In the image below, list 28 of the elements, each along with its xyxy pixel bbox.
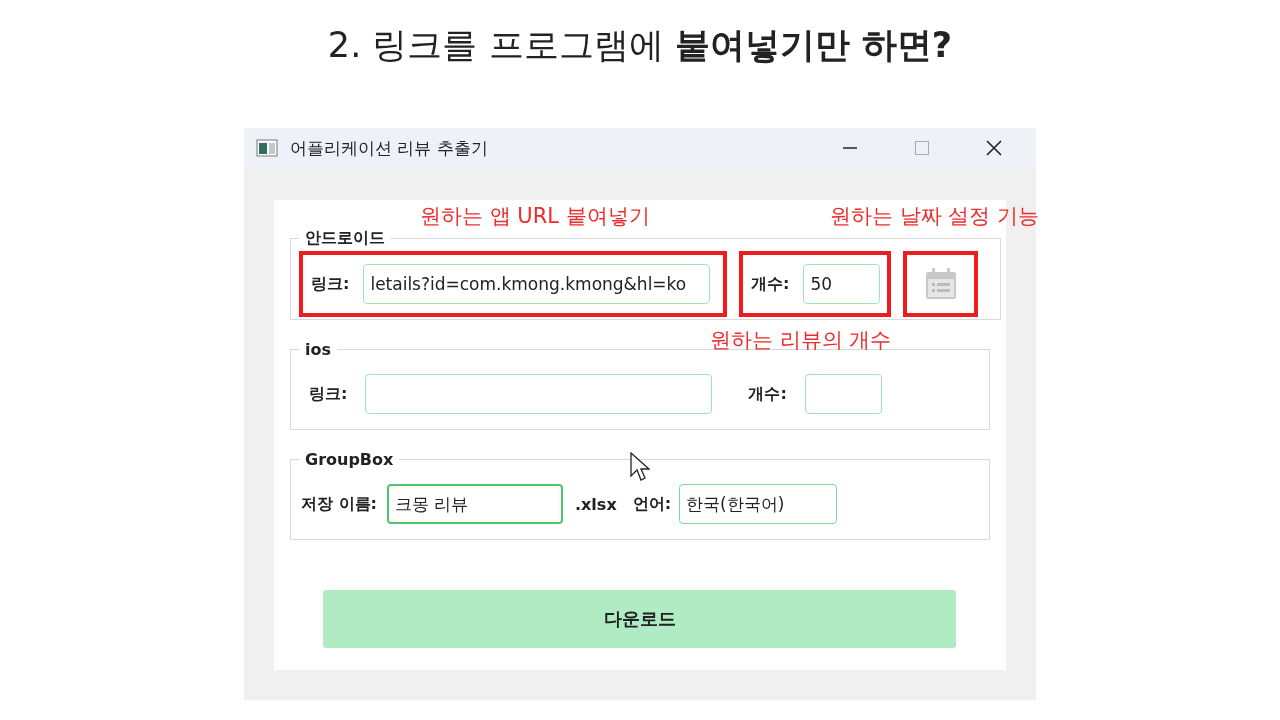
count-field[interactable]: 50 (803, 264, 881, 304)
group-title: ios (304, 340, 332, 359)
count-field[interactable] (804, 374, 882, 414)
field-label: 링크: (311, 273, 350, 295)
field-label: 개수: (748, 383, 787, 405)
language-field[interactable]: 한국(한국어) (679, 484, 838, 524)
maximize-icon (914, 140, 930, 156)
field-label: 저장 이름: (301, 493, 377, 515)
window-title: 어플리케이션 리뷰 추출기 (290, 136, 489, 160)
field-label: 언어: (632, 493, 672, 515)
app-icon (256, 139, 278, 157)
group-title: 안드로이드 (304, 228, 386, 249)
download-button[interactable]: 다운로드 (323, 590, 956, 648)
minimize-icon (842, 147, 858, 149)
annotation-text: 원하는 리뷰의 개수 (710, 327, 892, 354)
annotation-text: 원하는 날짜 설정 기능 (830, 203, 1040, 230)
close-icon (985, 139, 1003, 157)
field-label: 링크: (309, 383, 348, 405)
calendar-icon[interactable] (923, 267, 958, 301)
group-title: GroupBox (304, 450, 395, 469)
extension-label: .xlsx (574, 494, 617, 514)
mouse-cursor-icon (630, 452, 650, 482)
slide-title: 2. 링크를 프로그램에 붙여넣기만 하면? (327, 24, 953, 67)
file-name-field[interactable]: 크몽 리뷰 (386, 484, 563, 524)
field-label: 개수: (751, 273, 790, 295)
annotation-text: 원하는 앱 URL 붙여넣기 (420, 203, 650, 230)
link-field[interactable] (365, 374, 713, 414)
link-field[interactable]: letails?id=com.kmong.kmong&hl=ko (363, 264, 711, 304)
